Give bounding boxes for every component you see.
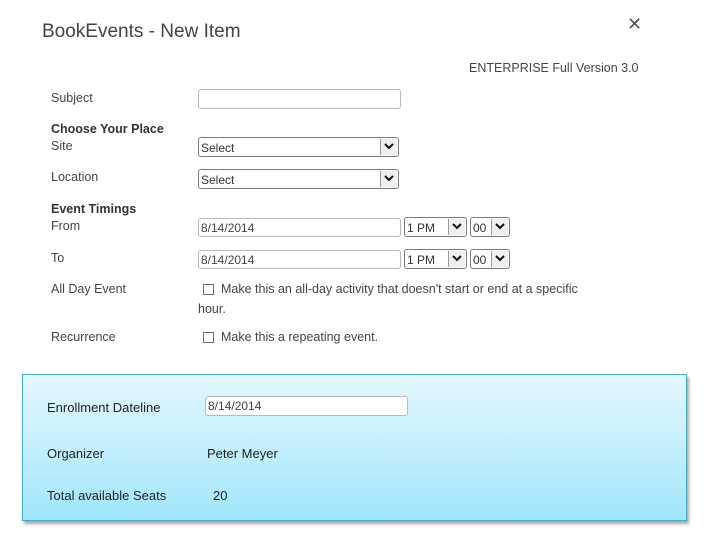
chevron-down-icon[interactable] (491, 219, 508, 235)
to-hour-select[interactable]: 1 PM (404, 249, 467, 269)
site-label: Site (51, 139, 73, 153)
location-select-value: Select (201, 173, 235, 187)
all-day-text-line1: Make this an all-day activity that doesn… (221, 282, 578, 296)
to-minute-value: 00 (473, 253, 487, 267)
seats-value: 20 (213, 488, 228, 503)
to-date-input[interactable]: 8/14/2014 (198, 250, 401, 269)
chevron-down-icon[interactable] (491, 251, 508, 267)
from-minute-select[interactable]: 00 (470, 217, 510, 237)
recurrence-text: Make this a repeating event. (221, 330, 379, 344)
site-select[interactable]: Select (198, 137, 399, 157)
chevron-down-icon[interactable] (448, 251, 465, 267)
recurrence-checkbox[interactable] (203, 332, 214, 343)
location-label: Location (51, 170, 99, 184)
seats-label: Total available Seats (47, 488, 167, 503)
version-label: ENTERPRISE Full Version 3.0 (469, 61, 639, 75)
organizer-label: Organizer (47, 446, 105, 461)
to-hour-value: 1 PM (407, 253, 436, 267)
from-date-input[interactable]: 8/14/2014 (198, 218, 401, 237)
to-label: To (51, 251, 65, 265)
enrollment-label: Enrollment Dateline (47, 400, 161, 415)
dialog-title: BookEvents - New Item (42, 21, 241, 42)
chevron-down-icon[interactable] (380, 171, 397, 187)
from-label: From (51, 219, 81, 233)
enrollment-panel: Enrollment Dateline 8/14/2014 Organizer … (22, 374, 687, 521)
all-day-text-line2: hour. (198, 302, 226, 316)
subject-input[interactable] (198, 89, 401, 109)
from-hour-select[interactable]: 1 PM (404, 217, 467, 237)
from-hour-value: 1 PM (407, 221, 436, 235)
place-section-heading: Choose Your Place (51, 122, 164, 136)
all-day-checkbox[interactable] (203, 284, 214, 295)
chevron-down-icon[interactable] (448, 219, 465, 235)
subject-label: Subject (51, 91, 93, 105)
all-day-label: All Day Event (51, 282, 127, 296)
location-select[interactable]: Select (198, 169, 399, 189)
from-minute-value: 00 (473, 221, 487, 235)
chevron-down-icon[interactable] (380, 139, 397, 155)
organizer-value: Peter Meyer (207, 446, 278, 461)
enrollment-date-input[interactable]: 8/14/2014 (205, 396, 408, 416)
to-minute-select[interactable]: 00 (470, 249, 510, 269)
timings-section-heading: Event Timings (51, 202, 137, 216)
recurrence-label: Recurrence (51, 330, 116, 344)
site-select-value: Select (201, 141, 235, 155)
close-icon[interactable]: ✕ (627, 14, 642, 34)
